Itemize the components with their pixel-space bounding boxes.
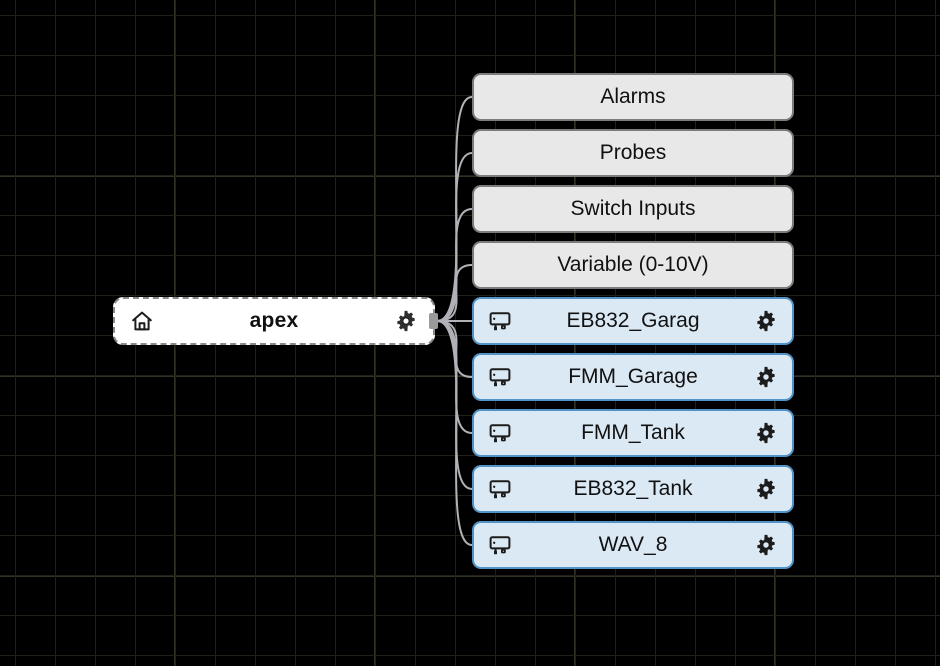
gear-icon[interactable] <box>753 364 779 390</box>
node-alarms[interactable]: Alarms <box>472 73 794 121</box>
node-eb832-garag-label: EB832_Garag <box>566 309 700 332</box>
edge-apex-to-switch-inputs <box>436 208 473 322</box>
edge-apex-to-alarms <box>436 96 473 322</box>
node-wav-8-label: WAV_8 <box>598 533 668 556</box>
edge-apex-to-wav-8 <box>436 320 473 546</box>
edge-apex-to-fmm-garage <box>436 320 473 378</box>
node-switch-inputs[interactable]: Switch Inputs <box>472 185 794 233</box>
node-wav-8[interactable]: WAV_8 <box>472 521 794 569</box>
node-alarms-label: Alarms <box>600 85 666 108</box>
node-eb832-tank[interactable]: EB832_Tank <box>472 465 794 513</box>
gear-icon[interactable] <box>753 532 779 558</box>
edge-apex-to-probes <box>436 152 473 322</box>
node-switch-inputs-label: Switch Inputs <box>570 197 696 220</box>
edge-apex-to-variable <box>436 264 473 322</box>
node-probes[interactable]: Probes <box>472 129 794 177</box>
flow-canvas[interactable]: apex Alarms Probes Switch Inputs Variabl… <box>0 0 940 666</box>
gear-icon[interactable] <box>393 308 419 334</box>
edge-apex-to-fmm-tank <box>436 320 473 434</box>
gear-icon[interactable] <box>753 476 779 502</box>
node-apex[interactable]: apex <box>113 297 438 345</box>
edge-group <box>436 96 473 546</box>
gear-icon[interactable] <box>753 420 779 446</box>
node-fmm-tank[interactable]: FMM_Tank <box>472 409 794 457</box>
device-display-icon <box>487 364 513 390</box>
node-fmm-garage[interactable]: FMM_Garage <box>472 353 794 401</box>
node-variable[interactable]: Variable (0-10V) <box>472 241 794 289</box>
node-eb832-garag[interactable]: EB832_Garag <box>472 297 794 345</box>
home-icon <box>129 308 155 334</box>
device-display-icon <box>487 476 513 502</box>
gear-icon[interactable] <box>753 308 779 334</box>
node-fmm-tank-label: FMM_Tank <box>581 421 685 444</box>
device-display-icon <box>487 532 513 558</box>
node-fmm-garage-label: FMM_Garage <box>568 365 698 388</box>
node-apex-title: apex <box>249 309 299 332</box>
node-variable-label: Variable (0-10V) <box>557 253 709 276</box>
device-display-icon <box>487 420 513 446</box>
node-apex-source-handle[interactable] <box>429 313 438 329</box>
node-probes-label: Probes <box>599 141 667 164</box>
device-display-icon <box>487 308 513 334</box>
edge-apex-to-eb832-tank <box>436 320 473 490</box>
node-eb832-tank-label: EB832_Tank <box>573 477 693 500</box>
